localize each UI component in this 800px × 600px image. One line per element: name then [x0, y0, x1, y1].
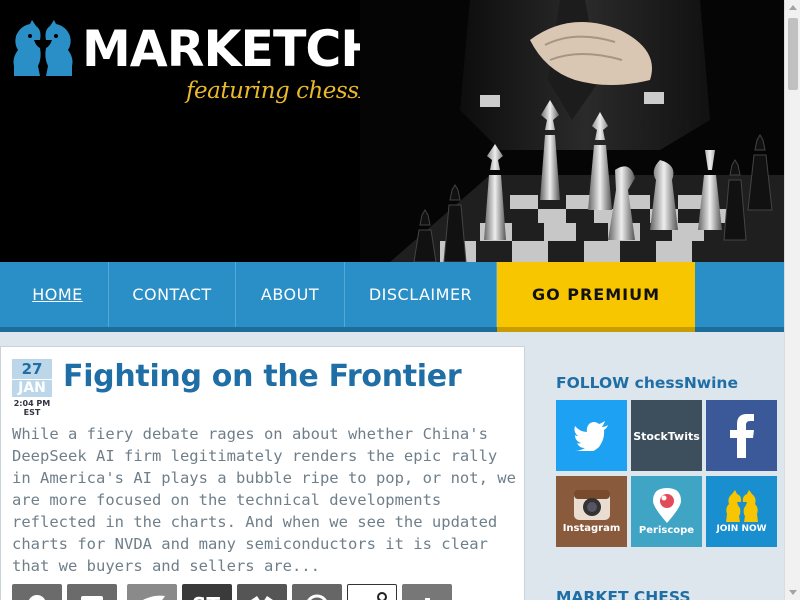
link-icon	[377, 592, 387, 600]
pinterest-icon	[307, 594, 327, 600]
date-month: JAN	[12, 379, 52, 397]
chess-knights-logo-icon[interactable]	[10, 18, 76, 78]
periscope-icon	[652, 488, 681, 523]
scroll-up-arrow-icon[interactable]	[785, 0, 800, 16]
chess-knights-icon	[725, 489, 758, 522]
instagram-follow-button[interactable]: Instagram	[556, 476, 627, 547]
date-time-value: 2:04 PM	[13, 399, 51, 408]
instagram-camera-icon	[573, 490, 610, 520]
marketchess-share-button[interactable]	[237, 584, 287, 600]
scroll-down-arrow-icon[interactable]	[785, 584, 800, 600]
date-day: 27	[12, 359, 52, 379]
twitter-follow-button[interactable]	[556, 400, 627, 471]
date-time: 2:04 PM EST	[12, 399, 52, 417]
more-share-button[interactable]	[402, 584, 452, 600]
share-button[interactable]	[12, 584, 62, 600]
stocktwits-icon: ST	[192, 593, 220, 600]
facebook-follow-button[interactable]	[706, 400, 777, 471]
market-chess-heading: MARKET CHESS	[556, 588, 691, 600]
nav-item-contact[interactable]: CONTACT	[109, 262, 236, 327]
twitter-bird-icon	[573, 420, 608, 451]
article-card: 27 JAN 2:04 PM EST Fighting on the Fronti…	[0, 346, 525, 600]
twitter-bird-icon	[142, 595, 165, 600]
follow-heading: FOLLOW chessNwine	[556, 374, 738, 392]
svg-text:ST: ST	[192, 593, 220, 600]
page-scrollbar[interactable]	[784, 0, 800, 600]
go-premium-button[interactable]: GO PREMIUM	[497, 262, 695, 332]
pinterest-share-button[interactable]	[292, 584, 342, 600]
scroll-thumb[interactable]	[788, 18, 798, 90]
camera-share-button[interactable]	[67, 584, 117, 600]
nav-item-about[interactable]: ABOUT	[236, 262, 345, 327]
article-excerpt: While a fiery debate rages on about whet…	[12, 425, 516, 575]
stocktwits-share-button[interactable]: ST	[182, 584, 232, 600]
nav-item-disclaimer[interactable]: DISCLAIMER	[345, 262, 497, 327]
chess-board-header-image	[360, 0, 784, 262]
twitter-share-button[interactable]	[127, 584, 177, 600]
join-now-button[interactable]: JOIN NOW	[706, 476, 777, 547]
stocktwits-follow-button[interactable]: StockTwits	[631, 400, 702, 471]
main-nav: HOME CONTACT ABOUT DISCLAIMER GO PREMIUM	[0, 262, 784, 332]
join-now-label: JOIN NOW	[716, 523, 767, 534]
camera-icon	[81, 596, 103, 600]
link-share-button[interactable]	[347, 584, 397, 600]
instagram-label: Instagram	[562, 523, 621, 534]
date-timezone: EST	[23, 408, 41, 417]
periscope-follow-button[interactable]: Periscope	[631, 476, 702, 547]
periscope-label: Periscope	[638, 525, 695, 536]
site-header: MARKETCHESS featuring chessNwine	[0, 0, 784, 262]
article-title-link[interactable]: Fighting on the Frontier	[63, 359, 462, 394]
nav-item-home[interactable]: HOME	[7, 262, 109, 327]
date-badge: 27 JAN 2:04 PM EST	[12, 359, 52, 417]
facebook-icon	[729, 413, 754, 458]
chess-knights-icon	[251, 596, 273, 600]
share-icon	[28, 595, 46, 600]
stocktwits-logo-text: StockTwits	[633, 430, 700, 443]
tumblr-icon	[425, 598, 430, 600]
